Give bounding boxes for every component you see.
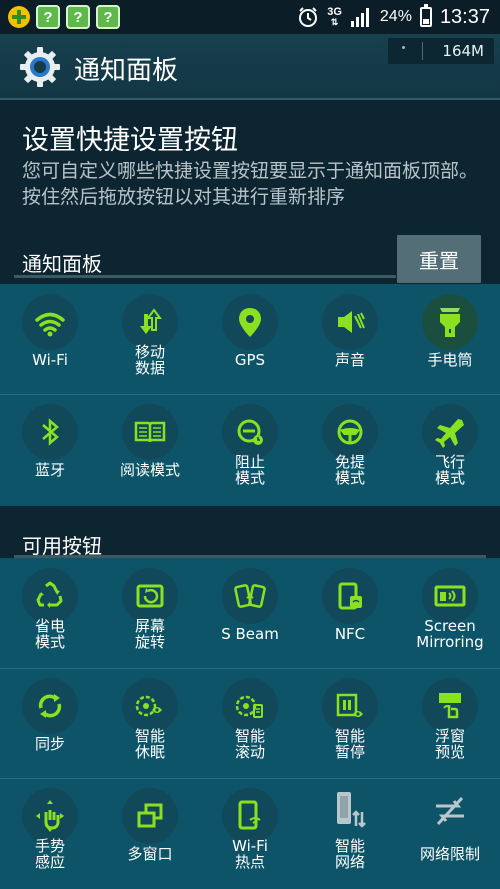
tile-network-restriction[interactable]: 网络限制	[400, 780, 500, 889]
signal-icon	[350, 8, 369, 27]
clock: 13:37	[439, 5, 490, 28]
grid-row: 手势 感应 多窗口 Wi-Fi 热点 智能 网络 网络限制	[0, 780, 500, 889]
network-type: 3G ⇅	[327, 6, 342, 28]
smart-scroll-icon	[235, 695, 263, 718]
s-beam-icon	[234, 584, 266, 608]
available-buttons-grid: 省电 模式 屏幕 旋转 S Beam NFC Screen Mirroring …	[0, 558, 500, 889]
grid-row: 蓝牙 阅读模式 阻止 模式 免提 模式 飞行 模式	[0, 396, 500, 506]
sync-icon	[38, 694, 62, 718]
wifi-icon	[35, 312, 65, 337]
tile-smart-stay[interactable]: 智能 休眠	[100, 670, 200, 780]
tile-screen-rotation[interactable]: 屏幕 旋转	[100, 560, 200, 670]
multi-window-icon	[137, 803, 163, 828]
driving-mode-icon	[337, 419, 363, 445]
app-plus-icon	[8, 6, 30, 28]
tile-power-saving[interactable]: 省电 模式	[0, 560, 100, 670]
reading-mode-icon	[134, 421, 166, 443]
tile-gps[interactable]: GPS	[200, 286, 300, 396]
available-buttons-header: 可用按钮	[0, 506, 500, 558]
notification-panel-grid: Wi-Fi 移动 数据 GPS 声音 手电筒 蓝牙 阅读模式 阻止 模式 免提 …	[0, 284, 500, 506]
tile-mobile-data[interactable]: 移动 数据	[100, 286, 200, 396]
wifi-hotspot-icon	[238, 800, 261, 830]
tile-driving-mode[interactable]: 免提 模式	[300, 396, 400, 506]
air-gesture-icon	[36, 800, 64, 832]
screen-rotation-icon	[136, 584, 164, 608]
tile-screen-mirroring[interactable]: Screen Mirroring	[400, 560, 500, 670]
question-app-icon: ?	[66, 5, 90, 29]
settings-gear-icon[interactable]	[18, 45, 62, 89]
screen-mirroring-icon	[434, 585, 466, 607]
page-title: 设置快捷设置按钮	[22, 125, 238, 156]
tile-bluetooth[interactable]: 蓝牙	[0, 396, 100, 506]
tile-air-view[interactable]: 浮窗 预览	[400, 670, 500, 780]
page-header: 设置快捷设置按钮 您可自定义哪些快捷设置按钮要显示于通知面板顶部。按住然后拖放按…	[0, 100, 500, 238]
gps-icon	[239, 308, 261, 337]
tile-blocking-mode[interactable]: 阻止 模式	[200, 396, 300, 506]
status-bar: ? ? ? 3G ⇅ 24% 13:37	[0, 0, 500, 34]
airplane-mode-icon	[435, 419, 464, 448]
screen-title: 通知面板	[74, 56, 179, 86]
blocking-mode-icon	[237, 419, 263, 445]
battery-icon	[419, 4, 432, 27]
reset-button[interactable]: 重置	[397, 235, 481, 283]
tile-s-beam[interactable]: S Beam	[200, 560, 300, 670]
tile-reading-mode[interactable]: 阅读模式	[100, 396, 200, 506]
memory-value: 164M	[442, 42, 484, 60]
tile-sound[interactable]: 声音	[300, 286, 400, 396]
battery-percent: 24%	[379, 8, 412, 25]
nfc-icon	[338, 582, 362, 610]
power-saving-icon	[36, 581, 63, 608]
tile-nfc[interactable]: NFC	[300, 560, 400, 670]
question-app-icon: ?	[96, 5, 120, 29]
page-description: 您可自定义哪些快捷设置按钮要显示于通知面板顶部。按住然后拖放按钮以对其进行重新排…	[22, 160, 479, 208]
tile-air-gesture[interactable]: 手势 感应	[0, 780, 100, 889]
tile-smart-scroll[interactable]: 智能 滚动	[200, 670, 300, 780]
flashlight-icon	[440, 308, 460, 337]
grid-row: 同步 智能 休眠 智能 滚动 智能 暂停 浮窗 预览	[0, 670, 500, 780]
tile-airplane-mode[interactable]: 飞行 模式	[400, 396, 500, 506]
tile-wifi-hotspot[interactable]: Wi-Fi 热点	[200, 780, 300, 889]
network-restriction-icon	[436, 796, 464, 826]
tile-smart-pause[interactable]: 智能 暂停	[300, 670, 400, 780]
tile-multi-window[interactable]: 多窗口	[100, 780, 200, 889]
memory-indicator[interactable]: 164M	[388, 38, 494, 64]
grid-row: 省电 模式 屏幕 旋转 S Beam NFC Screen Mirroring	[0, 560, 500, 670]
smart-network-icon	[337, 792, 366, 828]
smart-stay-icon	[135, 695, 162, 717]
grid-row: Wi-Fi 移动 数据 GPS 声音 手电筒	[0, 286, 500, 396]
tile-smart-network[interactable]: 智能 网络	[300, 780, 400, 889]
section-label-notification-panel: 通知面板	[22, 252, 102, 276]
tile-sync[interactable]: 同步	[0, 670, 100, 780]
divider	[14, 275, 396, 278]
mobile-data-icon	[140, 308, 162, 334]
sound-icon	[338, 311, 365, 333]
alarm-icon	[299, 7, 318, 27]
tile-wifi[interactable]: Wi-Fi	[0, 286, 100, 396]
air-view-icon	[439, 693, 461, 719]
smart-pause-icon	[336, 693, 363, 717]
question-app-icon: ?	[36, 5, 60, 29]
bluetooth-icon	[42, 418, 59, 446]
tile-flashlight[interactable]: 手电筒	[400, 286, 500, 396]
action-bar: 通知面板 164M	[0, 34, 500, 100]
